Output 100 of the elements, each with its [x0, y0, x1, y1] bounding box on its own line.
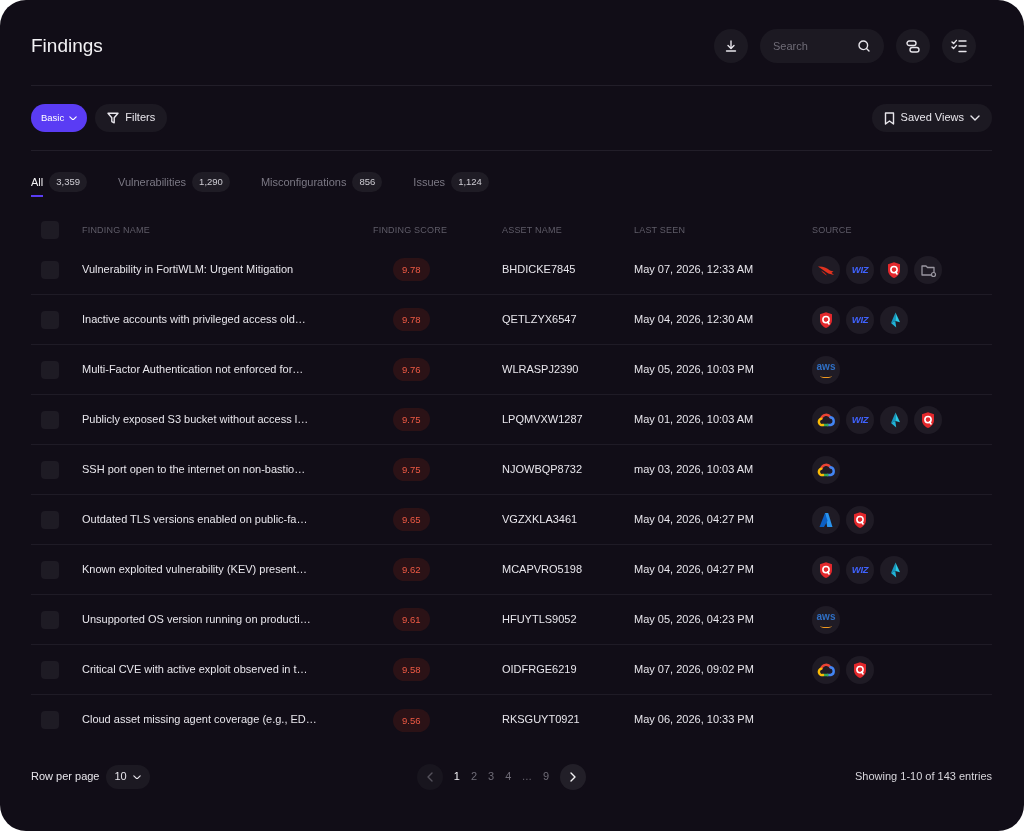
last-seen-date: May 04, 2026, 04:27 PM [634, 512, 754, 527]
wordmark-logo: WIZ [846, 405, 874, 434]
kite-icon [880, 305, 908, 334]
column-header: SOURCE [812, 224, 852, 236]
page-title: Findings [31, 34, 103, 58]
finding-score: 9.56 [393, 708, 430, 732]
cloud-icon [812, 405, 840, 434]
download-button[interactable] [714, 29, 748, 63]
rows-per-page-select[interactable]: 10 [105, 765, 150, 789]
finding-score: 9.78 [393, 308, 430, 331]
asset-name: QETLZYX6547 [502, 312, 577, 327]
chevron-right-icon [570, 772, 577, 782]
category-tab[interactable]: All 3,359 [31, 172, 87, 197]
finding-name: Multi-Factor Authentication not enforced for… [82, 362, 304, 377]
last-seen-date: May 07, 2026, 12:33 AM [634, 262, 754, 277]
finding-name: Vulnerability in FortiWLM: Urgent Mitigation [82, 262, 294, 277]
asset-name: BHDICKE7845 [502, 262, 576, 277]
finding-score: 9.75 [393, 408, 430, 431]
search-icon [858, 40, 870, 52]
category-tab[interactable]: Misconfigurations 856 [260, 172, 383, 197]
shield-icon [812, 555, 840, 584]
search-field[interactable]: Search [760, 29, 884, 63]
stacked-bars-icon [906, 39, 920, 53]
finding-name: Inactive accounts with privileged access old… [82, 312, 306, 327]
wordmark-logo: WIZ [846, 305, 874, 334]
finding-name: Critical CVE with active exploit observed in t… [82, 662, 308, 677]
wordmark-logo: aws [812, 355, 840, 384]
last-seen-date: May 04, 2026, 12:30 AM [634, 312, 754, 327]
wordmark-logo: aws [812, 605, 840, 634]
finding-name: Cloud asset missing agent coverage (e.g., ED… [82, 713, 317, 727]
cloud-icon [812, 655, 840, 684]
chevron-down-icon [132, 774, 141, 780]
checklist-button[interactable] [942, 29, 976, 63]
entries-summary: Showing 1-10 of 143 entries [855, 770, 992, 784]
cloud-icon [812, 455, 840, 484]
shield-icon [812, 305, 840, 334]
shield-icon [880, 255, 908, 284]
asset-name: NJOWBQP8732 [502, 462, 583, 477]
finding-score: 9.75 [393, 458, 430, 481]
finding-name: Unsupported OS version running on producti… [82, 612, 311, 627]
page-ellipsis: ... [522, 771, 533, 783]
shield-icon [914, 405, 942, 434]
finding-score: 9.76 [393, 358, 430, 381]
chevron-down-icon [970, 115, 980, 121]
finding-score: 9.78 [393, 258, 430, 281]
page-button[interactable]: 9 [543, 770, 550, 784]
checklist-icon [951, 39, 967, 53]
saved-views-button[interactable]: Saved Views [871, 104, 992, 132]
filter-icon [107, 112, 120, 124]
folder-icon [914, 255, 942, 284]
view-dropdown-button[interactable]: Basic [31, 104, 88, 132]
last-seen-date: may 03, 2026, 10:03 AM [634, 462, 754, 477]
finding-score: 9.65 [393, 508, 430, 531]
bird-icon [812, 255, 840, 284]
next-page-button[interactable] [560, 764, 587, 790]
page-button[interactable]: 1 [453, 770, 460, 784]
column-header: FINDING SCORE [373, 224, 448, 236]
asset-name: VGZXKLA3461 [502, 512, 578, 527]
column-header: FINDING NAME [82, 224, 150, 236]
asset-name: RKSGUYT0921 [502, 713, 580, 727]
finding-score: 9.62 [393, 558, 430, 581]
page-button[interactable]: 3 [488, 770, 495, 784]
last-seen-date: May 05, 2026, 10:03 PM [634, 362, 754, 377]
last-seen-date: May 04, 2026, 04:27 PM [634, 562, 754, 577]
asset-name: OIDFRGE6219 [502, 662, 577, 677]
chevron-left-icon [426, 772, 433, 782]
asset-name: WLRASPJ2390 [502, 362, 579, 377]
peak-icon [812, 505, 840, 534]
last-seen-date: May 01, 2026, 10:03 AM [634, 412, 754, 427]
last-seen-date: May 05, 2026, 04:23 PM [634, 612, 754, 627]
page-button[interactable]: 4 [505, 770, 512, 784]
kite-icon [880, 405, 908, 434]
category-tab[interactable]: Issues 1,124 [413, 172, 489, 197]
finding-name: Publicly exposed S3 bucket without access l… [82, 412, 309, 427]
last-seen-date: May 06, 2026, 10:33 PM [634, 713, 754, 727]
asset-name: HFUYTLS9052 [502, 612, 577, 627]
shield-icon [846, 655, 874, 684]
finding-score: 9.61 [393, 608, 430, 631]
finding-name: SSH port open to the internet on non-bastio… [82, 462, 306, 477]
column-header: ASSET NAME [502, 224, 562, 236]
layout-button[interactable] [896, 29, 930, 63]
rows-per-page-label: Row per page [31, 770, 100, 784]
page-button[interactable]: 2 [470, 770, 477, 784]
tab-count: 856 [352, 172, 383, 192]
finding-name: Outdated TLS versions enabled on public-fa… [82, 512, 308, 527]
wordmark-logo: WIZ [846, 255, 874, 284]
column-header: LAST SEEN [634, 224, 686, 236]
asset-name: MCAPVRO5198 [502, 562, 583, 577]
chevron-down-icon [69, 115, 78, 121]
tab-count: 3,359 [49, 172, 87, 192]
wordmark-logo: WIZ [846, 555, 874, 584]
shield-icon [846, 505, 874, 534]
download-icon [725, 40, 737, 52]
tab-count: 1,290 [192, 172, 230, 192]
tab-count: 1,124 [451, 172, 489, 192]
filters-button[interactable]: Filters [95, 104, 168, 132]
finding-score: 9.58 [393, 658, 430, 681]
kite-icon [880, 555, 908, 584]
category-tab[interactable]: Vulnerabilities 1,290 [118, 172, 230, 197]
bookmark-icon [883, 111, 895, 125]
